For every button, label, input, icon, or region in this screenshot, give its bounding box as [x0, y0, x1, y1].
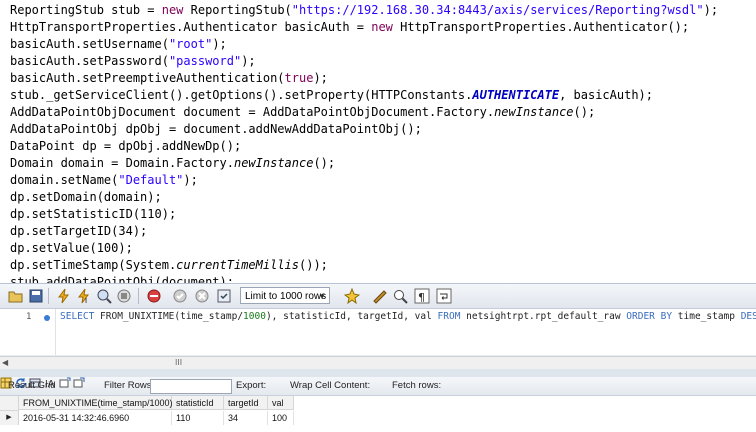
editor-gutter: 1 — [0, 309, 56, 355]
execute-icon[interactable] — [56, 288, 72, 304]
wrap-icon[interactable] — [436, 288, 452, 304]
chevron-down-icon: ▼ — [318, 292, 326, 301]
code-line: AddDataPointObj dpObj = document.addNewA… — [10, 122, 422, 136]
code-line: basicAuth.setUsername("root"); — [10, 37, 227, 51]
code-line: dp.setTargetID(34); — [10, 224, 148, 238]
commit-icon[interactable] — [172, 288, 188, 304]
code-line: dp.setTimeStamp(System.currentTimeMillis… — [10, 258, 328, 272]
table-cell[interactable]: 110 — [172, 411, 224, 425]
toolbar-divider — [48, 288, 49, 304]
code-line: dp.setValue(100); — [10, 241, 133, 255]
grid-corner — [0, 396, 19, 411]
code-line: Domain domain = Domain.Factory.newInstan… — [10, 156, 336, 170]
execute-selection-icon[interactable]: I — [76, 288, 92, 304]
svg-text:I: I — [85, 297, 87, 304]
rollback-icon[interactable] — [194, 288, 210, 304]
column-header[interactable]: statisticId — [172, 396, 224, 410]
table-cell[interactable]: 2016-05-31 14:32:46.6960 — [19, 411, 172, 425]
autocommit-icon[interactable] — [216, 288, 232, 304]
open-file-icon[interactable] — [8, 288, 24, 304]
save-icon[interactable] — [28, 288, 44, 304]
limit-rows-select[interactable]: Limit to 1000 rows ▼ — [240, 287, 330, 304]
invisible-chars-icon[interactable]: ¶ — [414, 288, 430, 304]
table-cell[interactable]: 100 — [268, 411, 294, 425]
fetch-rows-label: Fetch rows: — [392, 380, 442, 391]
code-line: dp.setDomain(domain); — [10, 190, 162, 204]
export-label: Export: — [236, 380, 267, 391]
sql-editor[interactable]: 1 SELECT FROM_UNIXTIME(time_stamp/1000),… — [0, 309, 756, 355]
panel-divider — [0, 369, 756, 377]
code-line: stub._getServiceClient().getOptions().se… — [10, 88, 653, 102]
line-number: 1 — [26, 312, 32, 322]
sql-statement[interactable]: SELECT FROM_UNIXTIME(time_stamp/1000), s… — [60, 310, 756, 324]
column-header[interactable]: targetId — [224, 396, 268, 410]
filter-rows-label: Filter Rows: — [104, 380, 155, 391]
horizontal-scrollbar[interactable]: ◀ III — [0, 356, 756, 370]
code-line: AddDataPointObjDocument document = AddDa… — [10, 105, 596, 119]
result-grid-tab[interactable]: Result Grid — [8, 380, 56, 391]
code-line: DataPoint dp = dpObj.addNewDp(); — [10, 139, 242, 153]
scrollbar-thumb[interactable]: III — [175, 359, 185, 367]
code-line: ReportingStub stub = new ReportingStub("… — [10, 3, 719, 17]
filter-rows-input[interactable] — [150, 379, 232, 394]
wrap-cell-label: Wrap Cell Content: — [290, 380, 371, 391]
sql-workbench-panel: I Limit to 1000 rows ▼ ¶ 1 SELECT FROM_UN… — [0, 283, 756, 432]
fetch-all-icon[interactable] — [73, 377, 85, 389]
limit-rows-label: Limit to 1000 rows — [245, 291, 327, 302]
fetch-next-icon[interactable] — [59, 377, 71, 389]
explain-icon[interactable] — [96, 288, 112, 304]
java-code-block: ReportingStub stub = new ReportingStub("… — [0, 0, 756, 289]
find-icon[interactable] — [392, 288, 408, 304]
code-line: basicAuth.setPreemptiveAuthentication(tr… — [10, 71, 328, 85]
result-toolbar: Result Grid Filter Rows: Export: Wrap Ce… — [0, 377, 756, 396]
code-line: dp.setStatisticID(110); — [10, 207, 177, 221]
table-cell[interactable]: 34 — [224, 411, 268, 425]
svg-text:¶: ¶ — [418, 291, 425, 304]
column-header[interactable]: val — [268, 396, 294, 410]
column-header[interactable]: FROM_UNIXTIME(time_stamp/1000) — [19, 396, 173, 410]
format-icon[interactable] — [372, 288, 388, 304]
statement-marker-icon — [44, 315, 50, 321]
code-line: HttpTransportProperties.Authenticator ba… — [10, 20, 690, 34]
result-grid: FROM_UNIXTIME(time_stamp/1000) statistic… — [0, 396, 756, 432]
row-pointer-icon: ▶ — [0, 411, 19, 425]
scroll-left-icon[interactable]: ◀ — [2, 357, 8, 369]
beautify-icon[interactable] — [344, 288, 360, 304]
toggle-errors-icon[interactable] — [146, 288, 162, 304]
code-line: domain.setName("Default"); — [10, 173, 198, 187]
query-toolbar: I Limit to 1000 rows ▼ ¶ — [0, 284, 756, 309]
stop-icon[interactable] — [116, 288, 132, 304]
code-line: basicAuth.setPassword("password"); — [10, 54, 256, 68]
toolbar-divider — [138, 288, 139, 304]
